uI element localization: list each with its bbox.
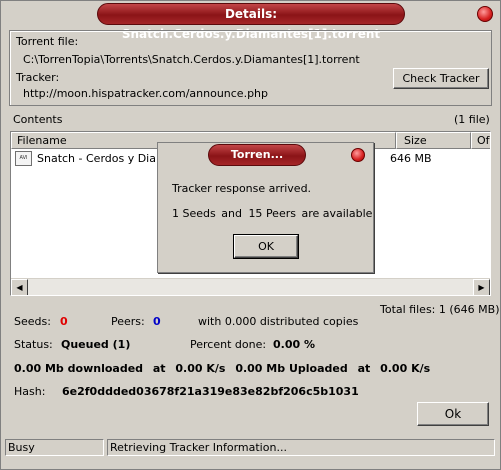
dialog-seeds-word: Seeds [182,207,216,220]
column-of[interactable]: Of [471,132,490,149]
downloaded-value: 0.00 Mb [14,362,64,375]
seeds-label: Seeds: [14,315,51,328]
ok-button[interactable]: Ok [417,402,489,426]
dialog-title: Torren... [208,144,306,166]
percent-value: 0.00 % [273,338,315,351]
peers-label: Peers: [111,315,145,328]
details-window: Details: Snatch.Cerdos.y.Diamantes[1].to… [0,0,501,470]
at-word: at [152,362,166,375]
contents-label: Contents [13,113,63,126]
check-tracker-button[interactable]: Check Tracker [393,68,489,89]
upload-speed: 0.00 K/s [380,362,431,375]
dialog-peers-count: 15 [248,207,263,220]
total-files: Total files: 1 (646 MB) [380,303,500,316]
torrent-info-group: Torrent file: C:\TorrenTopia\Torrents\Sn… [9,30,492,106]
hash-label: Hash: [14,385,46,398]
status-bar-message: Retrieving Tracker Information... [107,439,495,456]
seeds-value: 0 [60,315,68,328]
downloaded-word: downloaded [67,362,144,375]
window-title: Details: Snatch.Cerdos.y.Diamantes[1].to… [97,3,405,41]
download-speed: 0.00 K/s [175,362,226,375]
status-bar-busy: Busy [5,439,104,456]
dialog-seeds-count: 1 [172,207,179,220]
contents-count: (1 file) [454,113,490,126]
status-value: Queued (1) [61,338,131,351]
scroll-left-icon[interactable]: ◀ [11,279,28,295]
peers-value: 0 [153,315,161,328]
torrent-file-label: Torrent file: [16,35,79,48]
tracker-url: http://moon.hispatracker.com/announce.ph… [23,87,269,100]
hash-value: 6e2f0ddded03678f21a319e83e82bf206c5b1031 [62,385,359,398]
tracker-label: Tracker: [16,71,60,84]
dialog-peers-word: Peers [265,207,296,220]
tracker-response-dialog: Torren... Tracker response arrived. 1 Se… [157,142,374,273]
scroll-right-icon[interactable]: ▶ [473,279,490,295]
status-label: Status: [14,338,53,351]
column-size[interactable]: Size [396,132,471,149]
percent-label: Percent done: [190,338,267,351]
close-icon[interactable] [477,6,493,22]
dialog-ok-button[interactable]: OK [233,234,299,259]
dialog-peers-line: 1 Seeds and 15 Peers are available [172,207,372,220]
file-size: 646 MB [390,152,432,165]
horizontal-scrollbar[interactable]: ◀ ▶ [11,278,490,295]
dialog-and-word: and [221,207,242,220]
file-icon: AVI [15,151,32,166]
torrent-file-path: C:\TorrenTopia\Torrents\Snatch.Cerdos.y.… [23,53,360,66]
transfer-line: 0.00 Mb downloaded at 0.00 K/s 0.00 Mb U… [14,362,430,375]
dialog-message: Tracker response arrived. [172,182,312,195]
close-icon[interactable] [351,148,365,162]
uploaded-value: 0.00 Mb [235,362,286,375]
distributed-copies: with 0.000 distributed copies [198,315,359,328]
at-word: at [357,362,371,375]
uploaded-word: Uploaded [288,362,348,375]
dialog-available: are available [301,207,373,220]
title-bar[interactable]: Details: Snatch.Cerdos.y.Diamantes[1].to… [1,1,500,41]
